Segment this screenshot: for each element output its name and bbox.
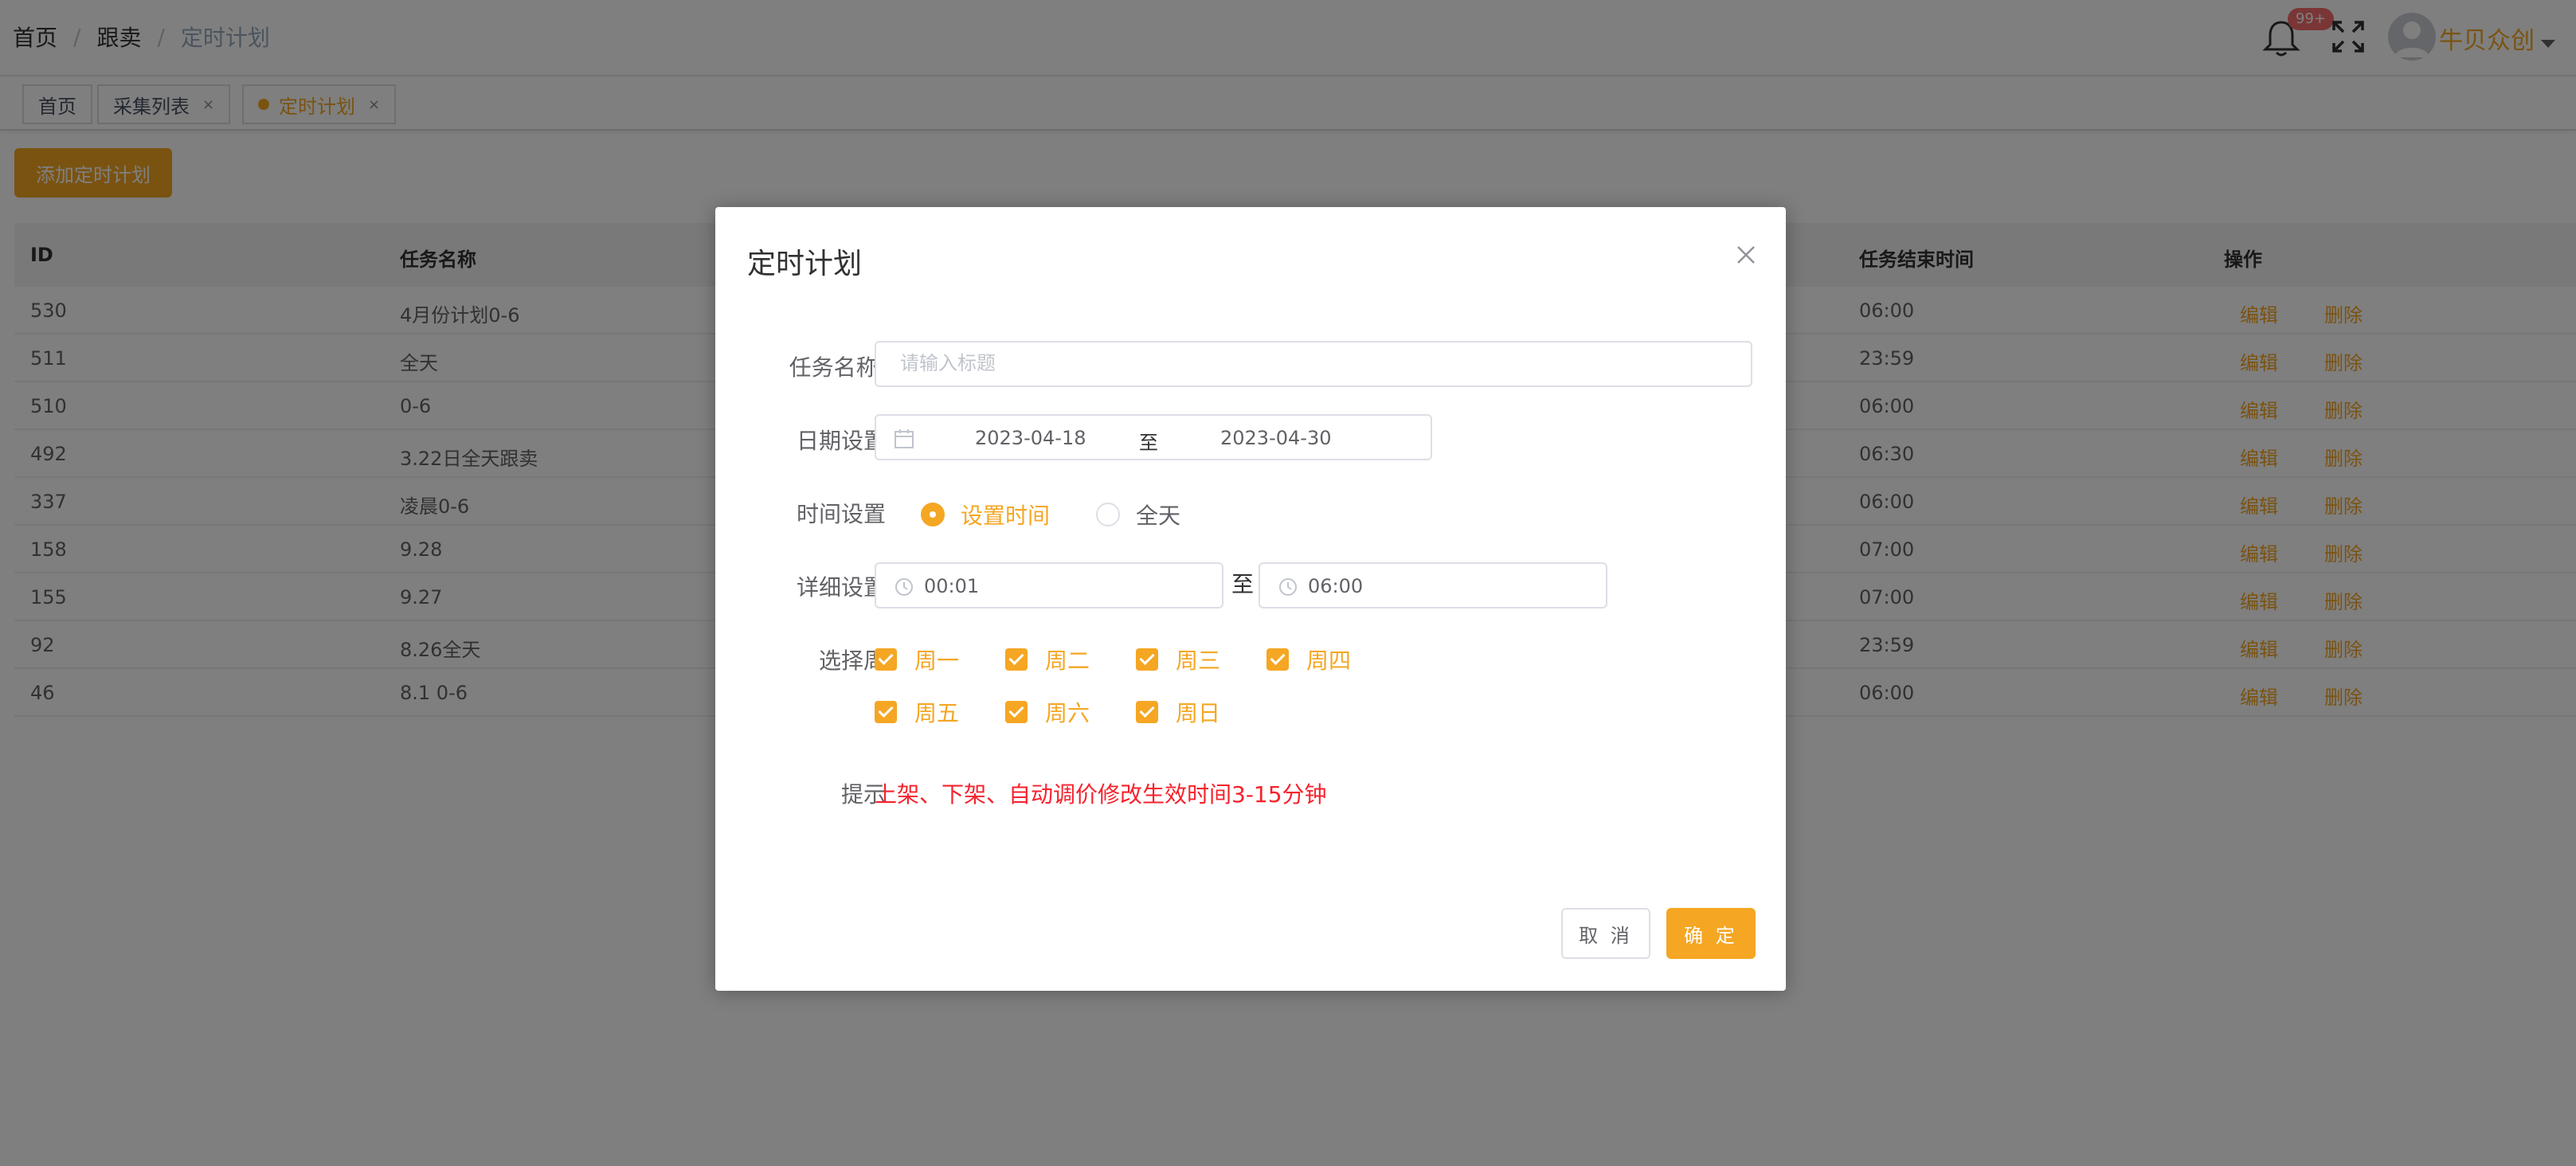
radio-label: 全天 [1136,503,1181,529]
start-time-picker[interactable]: 00:01 [875,562,1223,608]
cancel-button[interactable]: 取 消 [1561,908,1650,959]
end-time-picker[interactable]: 06:00 [1259,562,1607,608]
time-range-separator: 至 [1231,571,1255,597]
checkbox-label: 周日 [1176,700,1221,726]
checkbox-checked-icon [1136,701,1158,723]
checkbox-friday[interactable]: 周五 [875,696,959,728]
close-icon[interactable] [1732,241,1760,269]
confirm-button[interactable]: 确 定 [1666,908,1756,959]
checkbox-wednesday[interactable]: 周三 [1136,644,1220,675]
checkbox-label: 周四 [1306,648,1352,674]
checkbox-tuesday[interactable]: 周二 [1005,644,1090,675]
checkbox-label: 周六 [1045,700,1090,726]
date-range-separator: 至 [1139,432,1158,454]
time-setting-label: 时间设置 [796,501,886,527]
clock-icon [1279,578,1297,596]
checkbox-label: 周一 [914,648,960,674]
hint-text: 上架、下架、自动调价修改生效时间3-15分钟 [875,781,1327,808]
calendar-icon [895,429,914,448]
radio-all-day[interactable]: 全天 [1096,499,1180,530]
checkbox-checked-icon [1266,648,1289,671]
radio-set-time[interactable]: 设置时间 [921,499,1050,530]
checkbox-label: 周三 [1176,648,1221,674]
checkbox-checked-icon [1005,701,1028,723]
radio-label: 设置时间 [961,503,1051,529]
radio-circle [921,503,945,526]
date-range-picker[interactable]: 2023-04-18 至 2023-04-30 [875,414,1432,460]
checkbox-checked-icon [1005,648,1028,671]
end-time-value: 06:00 [1308,575,1364,597]
checkbox-sunday[interactable]: 周日 [1136,696,1220,728]
checkbox-label: 周二 [1045,648,1090,674]
start-time-value: 00:01 [924,575,980,597]
clock-icon [895,578,913,596]
checkbox-saturday[interactable]: 周六 [1005,696,1090,728]
checkbox-checked-icon [875,701,897,723]
start-date[interactable]: 2023-04-18 [975,427,1086,449]
detail-setting-label: 详细设置 [796,574,886,601]
checkbox-monday[interactable]: 周一 [875,644,959,675]
checkbox-checked-icon [1136,648,1158,671]
task-name-field[interactable] [875,341,1752,387]
checkbox-checked-icon [875,648,897,671]
end-date[interactable]: 2023-04-30 [1220,427,1331,449]
radio-circle [1096,503,1120,526]
date-setting-label: 日期设置 [796,428,886,454]
timed-plan-dialog: 定时计划 任务名称: 日期设置 2023-04-18 至 2023-04-30 … [715,207,1786,991]
checkbox-thursday[interactable]: 周四 [1266,644,1351,675]
checkbox-label: 周五 [914,700,960,726]
task-name-input[interactable] [876,342,1751,385]
dialog-title: 定时计划 [747,248,863,280]
task-name-label: 任务名称: [789,354,886,381]
